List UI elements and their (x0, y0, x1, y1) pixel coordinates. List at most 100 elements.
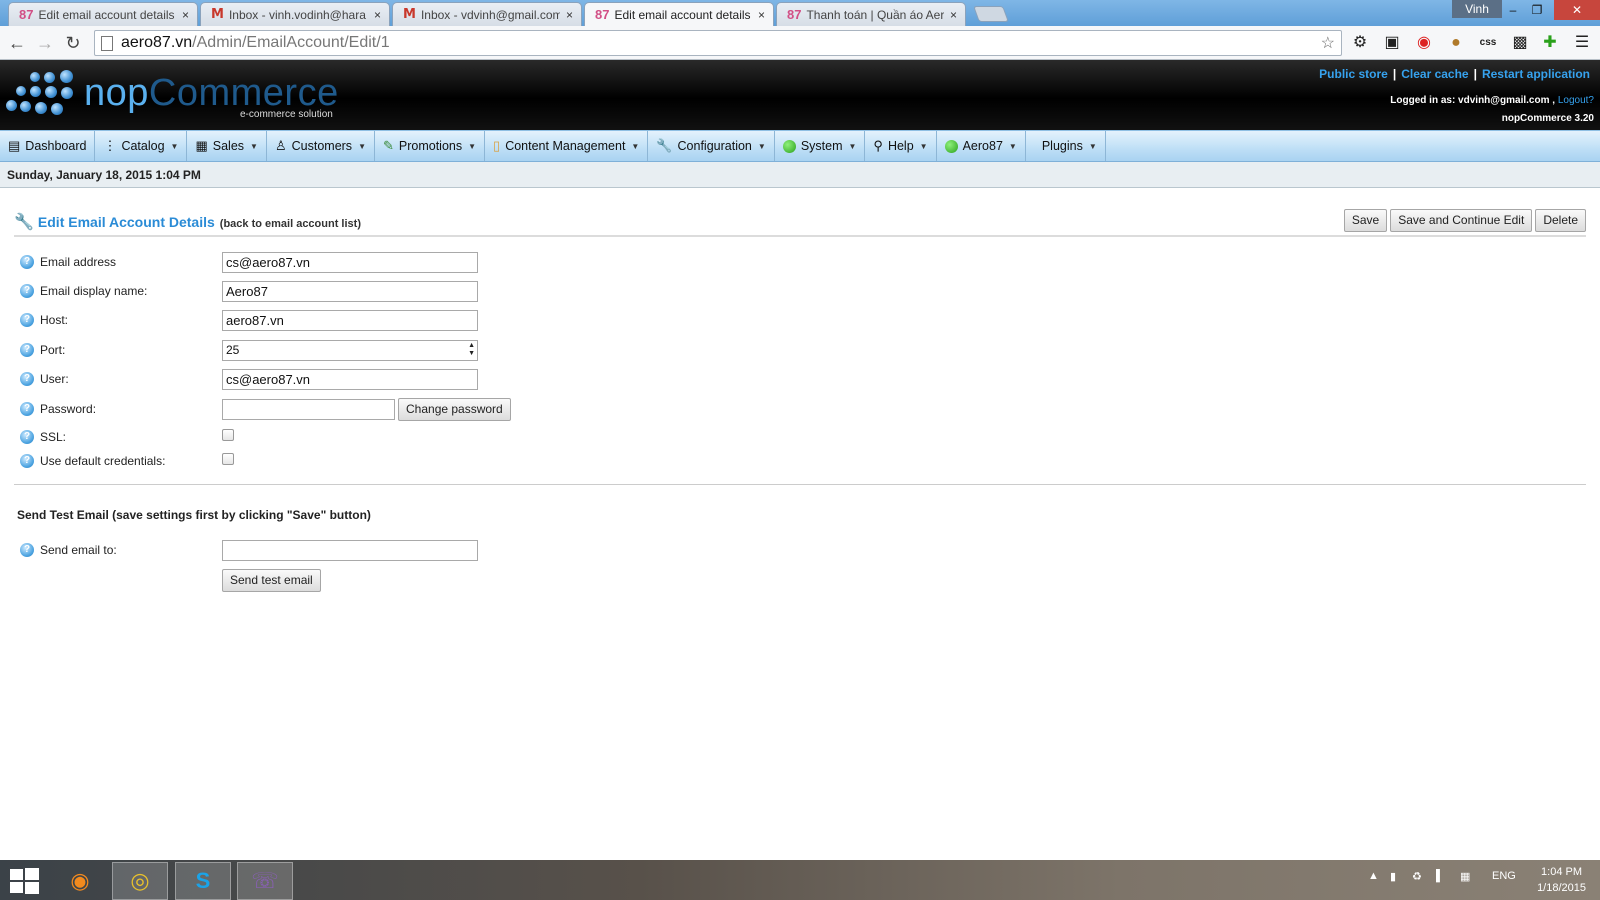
help-hint-icon[interactable]: ? (20, 454, 34, 468)
reload-icon[interactable]: ↻ (62, 32, 84, 54)
forward-arrow-icon[interactable]: → (34, 32, 56, 54)
port-stepper[interactable]: 25 ▲ ▼ (222, 340, 478, 361)
address-bar[interactable]: aero87.vn/Admin/EmailAccount/Edit/1 ☆ (94, 30, 1342, 56)
extension-box-icon[interactable]: ▩ (1510, 33, 1530, 53)
tab-close-icon[interactable]: × (758, 8, 765, 22)
tab-close-icon[interactable]: × (374, 8, 381, 22)
delete-button[interactable]: Delete (1535, 209, 1586, 232)
adblock-icon[interactable]: ◉ (1414, 33, 1434, 53)
send-test-email-button[interactable]: Send test email (222, 569, 321, 592)
sync-icon[interactable]: ♻ (1412, 870, 1422, 883)
sales-icon: ▦ (195, 138, 208, 153)
green-dot-icon (944, 139, 958, 153)
menu-content-management[interactable]: ▯ Content Management ▼ (485, 131, 649, 161)
current-date: Sunday, January 18, 2015 1:04 PM (0, 162, 1600, 188)
password-row: ? Password: (20, 398, 220, 420)
browser-tab-1[interactable]: 87 Edit email account details × (8, 2, 198, 26)
send-email-to-input[interactable] (222, 540, 478, 561)
aero87-favicon-icon: 87 (19, 7, 34, 22)
default-credentials-checkbox[interactable] (222, 453, 234, 465)
clear-cache-link[interactable]: Clear cache (1401, 67, 1468, 81)
browser-tab-2[interactable]: M Inbox - vinh.vodinh@hara × (200, 2, 390, 26)
cookie-icon[interactable]: ● (1446, 33, 1466, 53)
divider (14, 235, 1586, 237)
help-hint-icon[interactable]: ? (20, 372, 34, 386)
menu-plugins[interactable]: Plugins ▼ (1026, 131, 1106, 161)
chrome-menu-icon[interactable]: ☰ (1572, 33, 1592, 53)
menu-promotions[interactable]: ✎ Promotions ▼ (375, 131, 486, 161)
new-tab-button[interactable] (973, 6, 1009, 22)
back-arrow-icon[interactable]: ← (6, 32, 28, 54)
extension-plus-icon[interactable]: ✚ (1540, 33, 1560, 53)
wrench-icon: 🔧 (14, 214, 34, 231)
menu-aero87[interactable]: Aero87 ▼ (937, 131, 1026, 161)
host-input[interactable] (222, 310, 478, 331)
ssl-checkbox[interactable] (222, 429, 234, 441)
menu-help[interactable]: ⚲ Help ▼ (865, 131, 937, 161)
save-button[interactable]: Save (1343, 209, 1388, 232)
help-hint-icon[interactable]: ? (20, 343, 34, 357)
password-input[interactable] (222, 399, 395, 420)
email-address-input[interactable] (222, 252, 478, 273)
signal-icon[interactable]: ▌ (1436, 870, 1444, 882)
save-continue-button[interactable]: Save and Continue Edit (1390, 209, 1533, 232)
chevron-down-icon: ▼ (1088, 141, 1097, 151)
windows-start-icon[interactable] (8, 868, 40, 894)
skype-icon[interactable]: S (175, 862, 231, 900)
css-icon[interactable]: css (1478, 33, 1498, 53)
firefox-icon[interactable]: ◉ (52, 862, 108, 900)
help-hint-icon[interactable]: ? (20, 255, 34, 269)
display-name-label: Email display name: (40, 284, 148, 298)
help-hint-icon[interactable]: ? (20, 313, 34, 327)
green-dot-icon (782, 139, 796, 153)
password-label: Password: (40, 402, 97, 416)
browser-tab-4-active[interactable]: 87 Edit email account details × (584, 2, 774, 26)
spinner-arrows-icon[interactable]: ▲ ▼ (468, 342, 475, 358)
user-input[interactable] (222, 369, 478, 390)
admin-header: nopCommerce e-commerce solution Public s… (0, 60, 1600, 130)
page-icon (101, 35, 113, 51)
viber-icon[interactable]: ☏ (237, 862, 293, 900)
gmail-favicon-icon: M (403, 7, 416, 22)
back-to-list-link[interactable]: (back to email account list) (220, 218, 361, 230)
window-close-icon[interactable]: ✕ (1554, 0, 1600, 20)
tab-close-icon[interactable]: × (566, 8, 573, 22)
menu-customers[interactable]: ♙ Customers ▼ (267, 131, 375, 161)
menu-dashboard[interactable]: ▤ Dashboard (0, 131, 96, 161)
settings-gear-icon[interactable]: ⚙ (1350, 33, 1370, 53)
help-hint-icon[interactable]: ? (20, 402, 34, 416)
tab-close-icon[interactable]: × (950, 8, 957, 22)
chevron-down-icon: ▼ (170, 141, 179, 151)
menu-catalog[interactable]: ⋮ Catalog ▼ (95, 131, 188, 161)
system-clock[interactable]: 1:04 PM 1/18/2015 (1537, 864, 1586, 896)
restart-application-link[interactable]: Restart application (1482, 67, 1590, 81)
menu-sales[interactable]: ▦ Sales ▼ (187, 131, 267, 161)
show-hidden-icons-icon[interactable]: ▲ (1368, 870, 1379, 882)
menu-system[interactable]: System ▼ (775, 131, 866, 161)
user-row: ? User: (20, 368, 220, 390)
nopcommerce-logo-icon[interactable] (6, 70, 76, 122)
public-store-link[interactable]: Public store (1319, 67, 1388, 81)
help-hint-icon[interactable]: ? (20, 284, 34, 298)
language-indicator[interactable]: ENG (1492, 870, 1516, 882)
battery-icon[interactable]: ▮ (1390, 870, 1396, 883)
input-method-icon[interactable]: ▦ (1460, 870, 1470, 883)
help-hint-icon[interactable]: ? (20, 430, 34, 444)
chevron-down-icon: ▼ (250, 141, 258, 151)
extension-puzzle-icon[interactable]: ▣ (1382, 33, 1402, 53)
menu-configuration[interactable]: 🔧 Configuration ▼ (648, 131, 775, 161)
browser-tab-5[interactable]: 87 Thanh toán | Quần áo Aer × (776, 2, 966, 26)
change-password-button[interactable]: Change password (398, 398, 511, 421)
display-name-input[interactable] (222, 281, 478, 302)
tab-close-icon[interactable]: × (182, 8, 189, 22)
bookmark-star-icon[interactable]: ☆ (1321, 33, 1335, 53)
browser-tab-3[interactable]: M Inbox - vdvinh@gmail.com × (392, 2, 582, 26)
version-label: nopCommerce 3.20 (1501, 113, 1594, 124)
browser-user-badge[interactable]: Vinh (1452, 0, 1502, 18)
folder-icon: ▯ (493, 138, 501, 153)
help-hint-icon[interactable]: ? (20, 543, 34, 557)
chevron-down-icon: ▼ (1008, 141, 1017, 151)
restore-icon[interactable]: ❐ (1522, 0, 1552, 20)
chrome-icon[interactable]: ◎ (112, 862, 168, 900)
logout-link[interactable]: Logout? (1558, 95, 1594, 106)
